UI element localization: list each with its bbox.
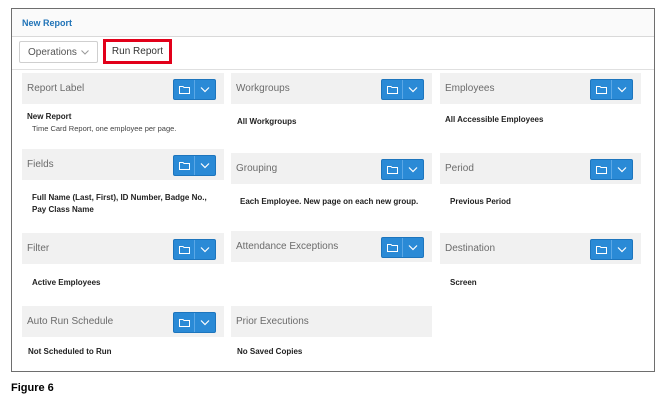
panel-header: Filter xyxy=(22,233,224,264)
panel-value: All Workgroups xyxy=(237,117,297,126)
panel-split-button xyxy=(590,79,633,100)
panel-split-button xyxy=(590,239,633,260)
panel-header: Grouping xyxy=(231,153,432,184)
operations-dropdown[interactable]: Operations xyxy=(19,41,98,63)
folder-icon[interactable] xyxy=(382,160,404,179)
folder-icon[interactable] xyxy=(382,238,404,257)
panel-value: All Accessible Employees xyxy=(445,115,544,124)
panel-split-button xyxy=(590,159,633,180)
panel-header: Workgroups xyxy=(231,73,432,104)
panel-title: Report Label xyxy=(27,83,85,94)
panel-split-button xyxy=(381,237,424,258)
panel-header: Report Label xyxy=(22,73,224,104)
panel-split-button xyxy=(173,239,216,260)
panel-filter: Filter Active Employees xyxy=(22,233,224,301)
panel-value: No Saved Copies xyxy=(237,347,303,356)
run-report-button[interactable]: Run Report xyxy=(103,39,172,64)
panel-header: Employees xyxy=(440,73,641,104)
panel-title: Fields xyxy=(27,159,54,170)
run-report-label: Run Report xyxy=(111,46,164,57)
panel-title: Period xyxy=(445,163,474,174)
panel-header: Auto Run Schedule xyxy=(22,306,224,337)
panel-header: Attendance Exceptions xyxy=(231,231,432,262)
panel-title: Grouping xyxy=(236,163,278,174)
window-title: New Report xyxy=(22,18,73,28)
chevron-down-icon[interactable] xyxy=(195,240,215,259)
folder-icon[interactable] xyxy=(591,240,613,259)
panel-title: Workgroups xyxy=(236,83,290,94)
chevron-down-icon[interactable] xyxy=(403,238,423,257)
panel-header: Fields xyxy=(22,149,224,180)
panel-value: New Report xyxy=(27,112,72,121)
folder-icon[interactable] xyxy=(382,80,404,99)
panel-split-button xyxy=(173,312,216,333)
chevron-down-icon[interactable] xyxy=(612,160,632,179)
chevron-down-icon[interactable] xyxy=(403,80,423,99)
panel-value: Each Employee. New page on each new grou… xyxy=(240,197,419,206)
report-editor-window: New Report Operations Run Report Report … xyxy=(11,8,655,372)
operations-label: Operations xyxy=(28,46,77,58)
panel-title: Prior Executions xyxy=(236,316,309,327)
panel-title: Destination xyxy=(445,243,496,254)
panel-split-button xyxy=(173,79,216,100)
panel-header: Destination xyxy=(440,233,641,264)
folder-icon[interactable] xyxy=(174,80,196,99)
chevron-down-icon[interactable] xyxy=(612,240,632,259)
panel-value: Screen xyxy=(450,278,477,287)
panel-destination: Destination Screen xyxy=(440,233,641,301)
figure-caption: Figure 6 xyxy=(11,382,54,394)
panel-title: Filter xyxy=(27,243,50,254)
title-bar: New Report xyxy=(12,9,654,37)
folder-icon[interactable] xyxy=(591,80,613,99)
chevron-down-icon[interactable] xyxy=(195,156,215,175)
panel-value: Full Name (Last, First), ID Number, Badg… xyxy=(32,193,207,202)
chevron-down-icon[interactable] xyxy=(403,160,423,179)
folder-icon[interactable] xyxy=(591,160,613,179)
panel-workgroups: Workgroups All Workgroups xyxy=(231,73,432,143)
panel-subtext: Time Card Report, one employee per page. xyxy=(32,124,177,133)
chevron-down-icon[interactable] xyxy=(612,80,632,99)
panel-auto-run-schedule: Auto Run Schedule Not Scheduled to Run xyxy=(22,306,224,364)
toolbar: Operations Run Report xyxy=(12,38,654,70)
chevron-down-icon[interactable] xyxy=(195,313,215,332)
panel-attendance-exceptions: Attendance Exceptions xyxy=(231,231,432,301)
panel-value: Previous Period xyxy=(450,197,511,206)
chevron-down-icon[interactable] xyxy=(195,80,215,99)
panel-prior-executions: Prior Executions No Saved Copies xyxy=(231,306,432,364)
panel-report-label: Report Label New Report Time Card Report… xyxy=(22,73,224,143)
panel-employees: Employees All Accessible Employees xyxy=(440,73,641,143)
panel-period: Period Previous Period xyxy=(440,153,641,229)
panel-value: Pay Class Name xyxy=(32,205,94,214)
panel-grouping: Grouping Each Employee. New page on each… xyxy=(231,153,432,229)
chevron-down-icon xyxy=(81,50,89,55)
panel-title: Employees xyxy=(445,83,495,94)
panel-title: Auto Run Schedule xyxy=(27,316,114,327)
panel-header: Period xyxy=(440,153,641,184)
panel-fields: Fields Full Name (Last, First), ID Numbe… xyxy=(22,149,224,229)
panel-value: Active Employees xyxy=(32,278,101,287)
panel-value: Not Scheduled to Run xyxy=(28,347,112,356)
panel-split-button xyxy=(381,159,424,180)
panel-split-button xyxy=(173,155,216,176)
folder-icon[interactable] xyxy=(174,156,196,175)
panel-header: Prior Executions xyxy=(231,306,432,337)
panel-split-button xyxy=(381,79,424,100)
folder-icon[interactable] xyxy=(174,240,196,259)
panel-title: Attendance Exceptions xyxy=(236,241,339,252)
folder-icon[interactable] xyxy=(174,313,196,332)
